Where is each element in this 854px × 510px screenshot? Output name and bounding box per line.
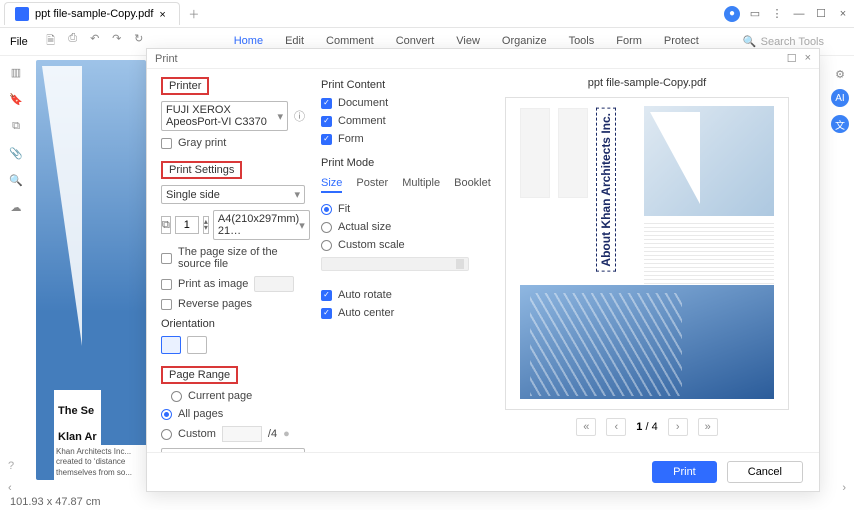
notification-icon[interactable]: ▭ — [748, 7, 762, 21]
print-dialog: Print ☐ × Printer FUJI XEROX ApeosPort-V… — [146, 48, 820, 492]
paper-select[interactable]: A4(210x297mm) 21…▾ — [213, 210, 310, 240]
close-tab-icon[interactable]: × — [159, 9, 169, 19]
ai-icon[interactable]: AI — [831, 89, 849, 107]
tab-poster[interactable]: Poster — [356, 177, 388, 193]
orientation-header: Orientation — [161, 318, 305, 330]
print-button[interactable]: Print — [652, 461, 717, 483]
gray-print-check[interactable] — [161, 138, 172, 149]
dialog-title: Print — [155, 53, 178, 65]
print-mode-header: Print Mode — [321, 157, 469, 169]
panel-toggle-icon[interactable]: ⚙ — [835, 68, 845, 81]
reverse-check[interactable] — [161, 299, 172, 310]
user-avatar[interactable]: ● — [724, 6, 740, 22]
preview-thumb-1 — [520, 108, 550, 198]
cursor-coords: 101.93 x 47.87 cm — [10, 496, 101, 508]
content-comment-check[interactable] — [321, 116, 332, 127]
more-icon[interactable]: ⋮ — [770, 7, 784, 21]
document-tab[interactable]: ppt file-sample-Copy.pdf × — [4, 2, 180, 25]
current-page-radio[interactable] — [171, 391, 182, 402]
print-content-header: Print Content — [321, 79, 469, 91]
custom-range-radio[interactable] — [161, 429, 172, 440]
copies-input[interactable] — [175, 216, 199, 234]
pager-last[interactable]: » — [698, 418, 718, 436]
dialog-close-icon[interactable]: × — [805, 52, 811, 65]
customscale-radio[interactable] — [321, 240, 332, 251]
doc-subtext: Khan Architects Inc... created to ‘dista… — [54, 445, 154, 480]
preview-image-1 — [644, 106, 774, 216]
actual-radio[interactable] — [321, 222, 332, 233]
add-tab-button[interactable]: ＋ — [188, 6, 199, 22]
pager-next[interactable]: › — [668, 418, 688, 436]
pager-page: 1 / 4 — [636, 421, 657, 433]
pager-prev[interactable]: ‹ — [606, 418, 626, 436]
history-icon[interactable]: ↻ — [132, 32, 146, 51]
printer-header: Printer — [161, 77, 209, 95]
preview-thumb-2 — [558, 108, 588, 198]
search-input[interactable]: Search Tools — [761, 36, 824, 48]
page-range-header: Page Range — [161, 366, 238, 384]
attachment-icon[interactable]: 📎 — [8, 147, 24, 160]
pager-first[interactable]: « — [576, 418, 596, 436]
minimize-icon[interactable]: — — [792, 7, 806, 21]
save-icon[interactable]: 🗎 — [44, 32, 58, 51]
help-icon[interactable]: ? — [8, 460, 14, 472]
app-icon — [15, 7, 29, 21]
bookmark-icon[interactable]: 🔖 — [8, 93, 24, 106]
preview-textblock — [644, 220, 774, 290]
dpi-box — [254, 276, 294, 292]
dialog-max-icon[interactable]: ☐ — [787, 52, 797, 65]
range-help-icon[interactable]: ● — [283, 428, 290, 440]
all-pages-radio[interactable] — [161, 409, 172, 420]
sides-select[interactable]: Single side▾ — [161, 185, 305, 204]
doc-heading: The SeKlan Ar — [54, 390, 101, 450]
search-panel-icon[interactable]: 🔍 — [8, 174, 24, 187]
copies-step[interactable]: ▴▾ — [203, 216, 209, 234]
fit-radio[interactable] — [321, 204, 332, 215]
printer-info-icon[interactable]: ⓘ — [294, 108, 305, 124]
scale-slider[interactable] — [321, 257, 469, 271]
thumbnails-icon[interactable]: ▥ — [8, 66, 24, 79]
print-image-check[interactable] — [161, 279, 172, 290]
tab-title: ppt file-sample-Copy.pdf — [35, 8, 153, 20]
range-input[interactable] — [222, 426, 262, 442]
cloud-icon[interactable]: ☁ — [8, 201, 24, 214]
content-form-check[interactable] — [321, 134, 332, 145]
content-doc-check[interactable] — [321, 98, 332, 109]
page-next-icon[interactable]: › — [842, 482, 846, 494]
cancel-button[interactable]: Cancel — [727, 461, 803, 483]
orientation-portrait[interactable] — [161, 336, 181, 354]
tab-multiple[interactable]: Multiple — [402, 177, 440, 193]
print-icon[interactable]: ⎙ — [66, 32, 80, 51]
preview-rotated-text: About Khan Architects Inc. — [596, 108, 616, 272]
layers-icon[interactable]: ⧉ — [8, 120, 24, 133]
printer-select[interactable]: FUJI XEROX ApeosPort-VI C3370▾ — [161, 101, 288, 131]
source-size-check[interactable] — [161, 253, 172, 264]
preview-image-2 — [520, 285, 774, 399]
preview-page: About Khan Architects Inc. — [505, 97, 789, 410]
preview-title: ppt file-sample-Copy.pdf — [487, 77, 807, 89]
file-menu[interactable]: File — [0, 36, 38, 48]
autocenter-check[interactable] — [321, 308, 332, 319]
autorotate-check[interactable] — [321, 290, 332, 301]
search-icon: 🔍 — [743, 35, 757, 48]
tab-size[interactable]: Size — [321, 177, 342, 193]
copies-icon: ⧉ — [161, 216, 171, 234]
close-window-icon[interactable]: × — [836, 7, 850, 21]
translate-icon[interactable]: 文 — [831, 115, 849, 133]
orientation-landscape[interactable] — [187, 336, 207, 354]
redo-icon[interactable]: ↷ — [110, 32, 124, 51]
page-prev-icon[interactable]: ‹ — [8, 482, 12, 494]
undo-icon[interactable]: ↶ — [88, 32, 102, 51]
print-settings-header: Print Settings — [161, 161, 242, 179]
maximize-icon[interactable]: ☐ — [814, 7, 828, 21]
